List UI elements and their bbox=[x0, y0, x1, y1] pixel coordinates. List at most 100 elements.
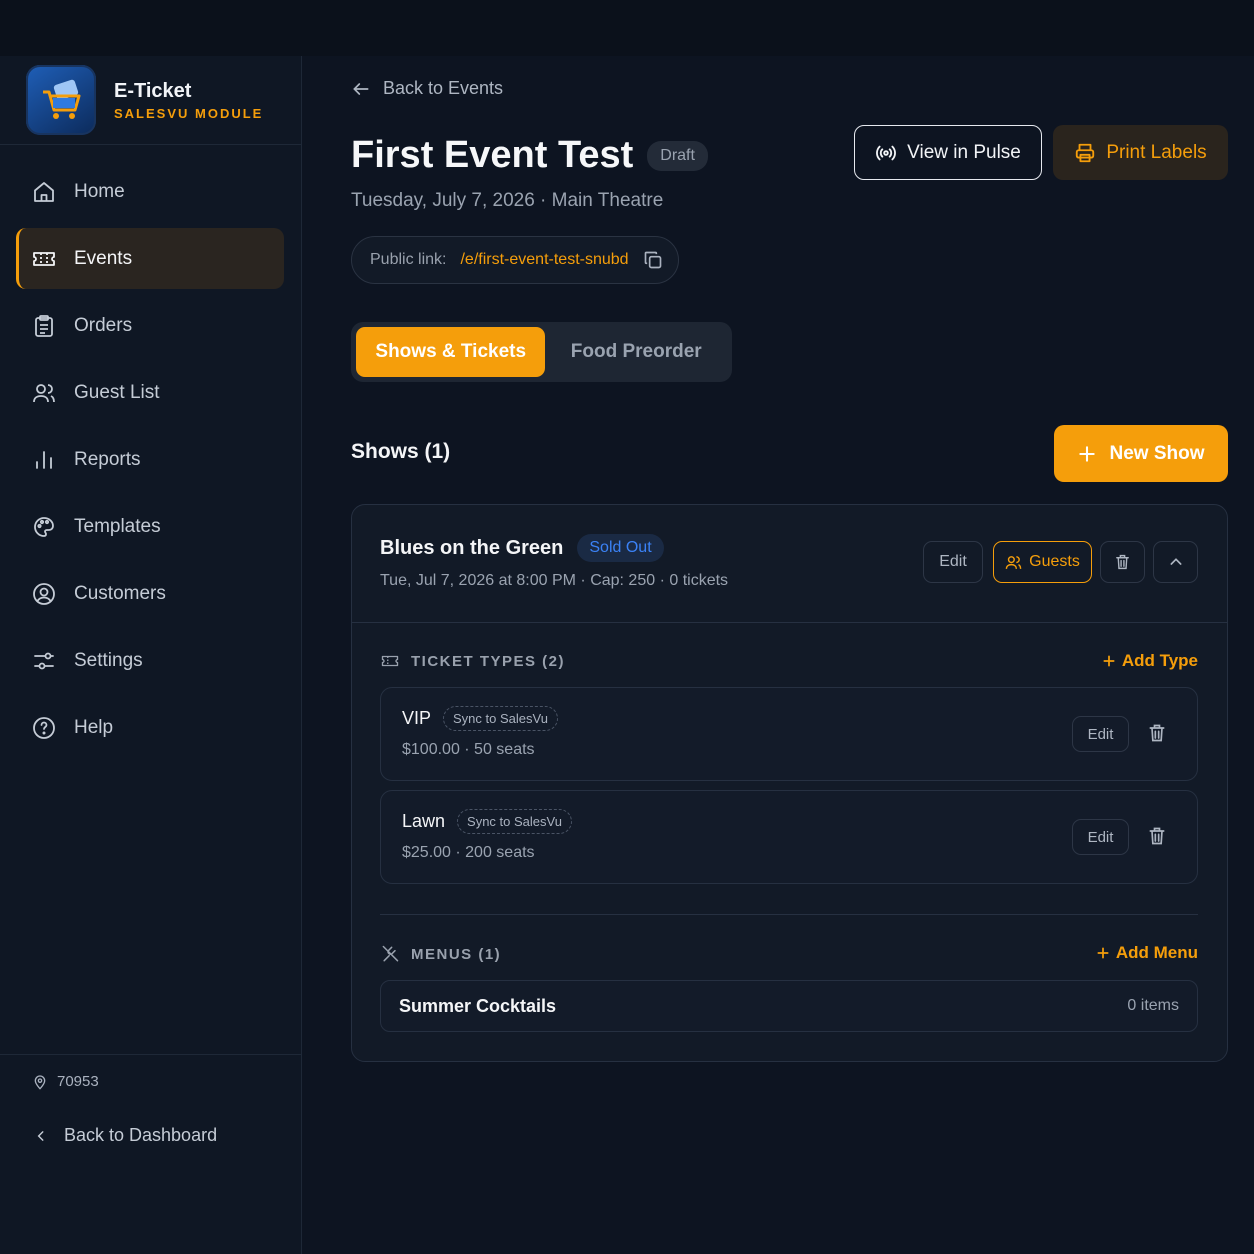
user-circle-icon bbox=[33, 582, 55, 605]
sidebar-item-orders[interactable]: Orders bbox=[16, 295, 284, 356]
ticket-types-heading-text: TICKET TYPES (2) bbox=[411, 652, 566, 670]
plus-icon bbox=[1079, 445, 1096, 462]
location-code: 70953 bbox=[32, 1073, 99, 1090]
sidebar-item-home[interactable]: Home bbox=[16, 161, 284, 222]
show-meta: Tue, Jul 7, 2026 at 8:00 PM · Cap: 250 ·… bbox=[380, 572, 729, 589]
page-title: First Event Test bbox=[351, 134, 634, 176]
users-icon bbox=[1005, 555, 1022, 569]
chevron-up-icon bbox=[1170, 558, 1181, 565]
public-link-box: Public link: /e/first-event-test-snubd bbox=[351, 236, 679, 284]
menus-heading-text: MENUS (1) bbox=[411, 945, 502, 963]
title-row: First Event Test Draft bbox=[351, 134, 708, 177]
ticket-type-meta: $100.00 · 50 seats bbox=[402, 741, 535, 758]
tab-bar: Shows & Tickets Food Preorder bbox=[351, 322, 732, 382]
sold-out-badge: Sold Out bbox=[577, 534, 664, 562]
bar-chart-icon bbox=[36, 450, 52, 469]
public-link-label: Public link: bbox=[370, 251, 447, 268]
ticket-type-row: Lawn Sync to SalesVu $25.00 · 200 seats … bbox=[380, 790, 1198, 884]
copy-icon[interactable] bbox=[643, 250, 663, 270]
show-header: Blues on the Green Sold Out Tue, Jul 7, … bbox=[352, 505, 1227, 623]
delete-show-button[interactable] bbox=[1100, 541, 1145, 583]
status-badge: Draft bbox=[647, 140, 708, 171]
public-link-url[interactable]: /e/first-event-test-snubd bbox=[460, 251, 628, 269]
printer-icon bbox=[1076, 143, 1095, 162]
app-logo-icon bbox=[26, 65, 96, 135]
back-to-dashboard-label: Back to Dashboard bbox=[64, 1125, 218, 1145]
guests-button[interactable]: Guests bbox=[993, 541, 1092, 583]
brand-name: E-Ticket bbox=[114, 79, 192, 102]
brand: E-Ticket SALESVU MODULE bbox=[0, 56, 301, 145]
sync-to-salesvu-badge[interactable]: Sync to SalesVu bbox=[443, 706, 558, 731]
sliders-icon bbox=[34, 652, 54, 669]
new-show-button[interactable]: New Show bbox=[1054, 425, 1228, 482]
trash-icon bbox=[1116, 554, 1129, 570]
back-to-dashboard-link[interactable]: Back to Dashboard bbox=[34, 1125, 217, 1146]
sidebar-item-help[interactable]: Help bbox=[16, 697, 284, 758]
sidebar-item-label: Reports bbox=[74, 448, 141, 470]
shows-heading: Shows (1) bbox=[351, 440, 451, 463]
ticket-type-name: Lawn bbox=[402, 811, 446, 831]
clipboard-icon bbox=[35, 314, 53, 337]
plus-icon bbox=[1097, 947, 1109, 959]
event-subtitle: Tuesday, July 7, 2026 · Main Theatre bbox=[351, 190, 664, 211]
ticket-icon bbox=[33, 251, 55, 266]
ticket-type-meta: $25.00 · 200 seats bbox=[402, 844, 535, 861]
brand-subtitle: SALESVU MODULE bbox=[114, 105, 264, 121]
menu-item-count: 0 items bbox=[1127, 997, 1179, 1014]
users-icon bbox=[33, 383, 55, 402]
tab-food-preorder[interactable]: Food Preorder bbox=[545, 327, 727, 377]
utensils-icon bbox=[382, 945, 399, 962]
sidebar-item-reports[interactable]: Reports bbox=[16, 429, 284, 490]
edit-show-button[interactable]: Edit bbox=[923, 541, 983, 583]
broadcast-icon bbox=[876, 145, 897, 160]
ticket-type-name: VIP bbox=[402, 708, 432, 728]
guests-label: Guests bbox=[1029, 553, 1080, 570]
sidebar-item-settings[interactable]: Settings bbox=[16, 630, 284, 691]
trash-icon[interactable] bbox=[1147, 722, 1167, 744]
arrow-left-icon bbox=[353, 82, 369, 95]
edit-ticket-type-button[interactable]: Edit bbox=[1072, 716, 1129, 752]
sidebar-item-label: Home bbox=[74, 180, 125, 202]
add-menu-label: Add Menu bbox=[1115, 943, 1198, 962]
sidebar-item-label: Templates bbox=[74, 515, 161, 537]
sidebar-item-customers[interactable]: Customers bbox=[16, 563, 284, 624]
section-divider bbox=[380, 914, 1198, 915]
trash-icon[interactable] bbox=[1147, 825, 1167, 847]
sidebar-item-templates[interactable]: Templates bbox=[16, 496, 284, 557]
print-labels-label: Print Labels bbox=[1106, 141, 1207, 163]
menu-name: Summer Cocktails bbox=[399, 996, 557, 1016]
ticket-types-heading: TICKET TYPES (2) bbox=[380, 652, 565, 670]
ticket-type-row: VIP Sync to SalesVu $100.00 · 50 seats E… bbox=[380, 687, 1198, 781]
show-name: Blues on the Green bbox=[380, 536, 564, 559]
sidebar-item-label: Customers bbox=[74, 582, 166, 604]
view-in-pulse-label: View in Pulse bbox=[907, 141, 1021, 163]
back-to-events-label: Back to Events bbox=[383, 78, 504, 98]
new-show-label: New Show bbox=[1109, 442, 1205, 464]
palette-icon bbox=[34, 516, 54, 537]
add-type-link[interactable]: Add Type bbox=[1102, 651, 1198, 671]
edit-ticket-type-button[interactable]: Edit bbox=[1072, 819, 1129, 855]
sidebar-item-label: Orders bbox=[74, 314, 133, 336]
tab-shows-tickets[interactable]: Shows & Tickets bbox=[356, 327, 546, 377]
add-menu-link[interactable]: Add Menu bbox=[1096, 943, 1198, 963]
sidebar-item-events[interactable]: Events bbox=[16, 228, 284, 289]
collapse-show-button[interactable] bbox=[1153, 541, 1198, 583]
menus-heading: MENUS (1) bbox=[380, 944, 501, 964]
menu-row[interactable]: Summer Cocktails 0 items bbox=[380, 980, 1198, 1032]
add-type-label: Add Type bbox=[1121, 651, 1198, 670]
sidebar-item-label: Guest List bbox=[74, 381, 160, 403]
top-bar bbox=[0, 0, 1254, 56]
ticket-icon bbox=[381, 655, 399, 667]
home-icon bbox=[34, 181, 54, 202]
sidebar-item-label: Help bbox=[74, 716, 114, 738]
location-code-text: 70953 bbox=[57, 1073, 99, 1090]
plus-icon bbox=[1103, 655, 1115, 667]
sync-to-salesvu-badge[interactable]: Sync to SalesVu bbox=[457, 809, 572, 834]
chevron-left-icon bbox=[37, 1130, 44, 1141]
print-labels-button[interactable]: Print Labels bbox=[1053, 125, 1228, 180]
show-card: Blues on the Green Sold Out Tue, Jul 7, … bbox=[351, 504, 1228, 1062]
view-in-pulse-button[interactable]: View in Pulse bbox=[854, 125, 1042, 180]
sidebar-item-guest-list[interactable]: Guest List bbox=[16, 362, 284, 423]
sidebar: E-Ticket SALESVU MODULE Home Events Orde… bbox=[0, 56, 302, 1254]
back-to-events-link[interactable]: Back to Events bbox=[351, 78, 503, 99]
